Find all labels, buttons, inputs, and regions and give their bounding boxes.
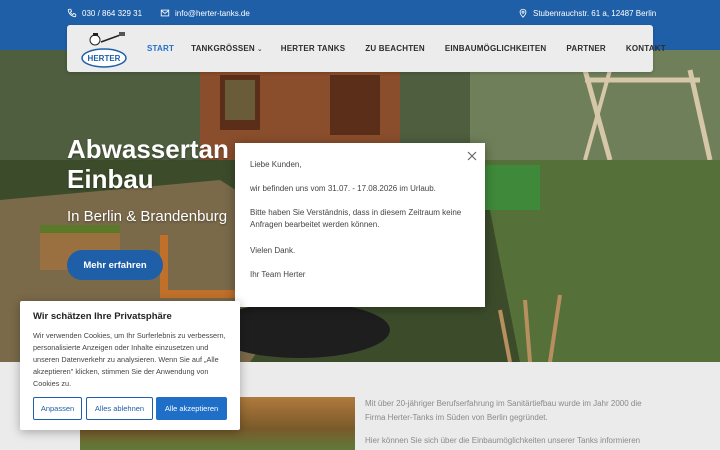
more-info-button[interactable]: Mehr erfahren xyxy=(67,250,163,280)
nav-item-tankgroessen[interactable]: TANKGRÖSSEN xyxy=(191,44,255,53)
modal-greeting: Liebe Kunden, xyxy=(250,160,302,169)
hero-subtitle: In Berlin & Brandenburg xyxy=(67,208,228,225)
phone-icon xyxy=(67,8,77,18)
logo-text: HERTER xyxy=(88,54,121,63)
modal-thanks: Vielen Dank. xyxy=(250,246,296,255)
cookie-title: Wir schätzen Ihre Privatsphäre xyxy=(33,311,172,322)
modal-signature: Ihr Team Herter xyxy=(250,270,306,279)
chevron-down-icon[interactable]: ⌄ xyxy=(257,45,263,53)
vacation-notice-modal: Liebe Kunden, wir befinden uns vom 31.07… xyxy=(235,143,485,307)
nav-item-herter-tanks[interactable]: HERTER TANKS xyxy=(281,44,345,53)
email-address: info@herter-tanks.de xyxy=(175,8,250,18)
cookie-consent-banner: Wir schätzen Ihre Privatsphäre Wir verwe… xyxy=(20,301,240,430)
nav-menu: START TANKGRÖSSEN ⌄ HERTER TANKS ZU BEAC… xyxy=(147,25,666,72)
phone-contact[interactable]: 030 / 864 329 31 xyxy=(67,8,142,18)
hero-title-line2: Einbau xyxy=(67,164,154,194)
address-text: Stubenrauchstr. 61 a, 12487 Berlin xyxy=(533,8,657,18)
nav-item-einbaumoeglichkeiten[interactable]: EINBAUMÖGLICHKEITEN xyxy=(445,44,547,53)
intro-paragraph-1: Mit über 20-jähriger Berufserfahrung im … xyxy=(365,399,642,422)
cookie-accept-button[interactable]: Alle akzeptieren xyxy=(156,397,227,420)
modal-notice: Bitte haben Sie Verständnis, dass in die… xyxy=(250,208,462,229)
address-contact[interactable]: Stubenrauchstr. 61 a, 12487 Berlin xyxy=(518,8,656,18)
hero-title: Abwassertan Einbau xyxy=(67,134,229,194)
email-contact[interactable]: info@herter-tanks.de xyxy=(160,8,250,18)
mail-icon xyxy=(160,9,170,17)
cookie-body-text: Wir verwenden Cookies, um Ihr Surferlebn… xyxy=(33,331,226,388)
hero-title-line1: Abwassertan xyxy=(67,134,229,164)
intro-paragraph-2: Hier können Sie sich über die Einbaumögl… xyxy=(365,436,641,445)
nav-item-zu-beachten[interactable]: ZU BEACHTEN xyxy=(365,44,425,53)
cookie-customize-button[interactable]: Anpassen xyxy=(33,397,82,420)
nav-item-start[interactable]: START xyxy=(147,44,174,53)
nav-item-partner[interactable]: PARTNER xyxy=(566,44,605,53)
nav-item-kontakt[interactable]: KONTAKT xyxy=(626,44,666,53)
main-navigation: HERTER START TANKGRÖSSEN ⌄ HERTER TANKS … xyxy=(67,25,666,72)
herter-logo[interactable]: HERTER xyxy=(79,28,131,70)
phone-number: 030 / 864 329 31 xyxy=(82,8,143,18)
modal-vacation-dates: wir befinden uns vom 31.07. - 17.08.2026… xyxy=(250,184,436,193)
cookie-reject-button[interactable]: Alles ablehnen xyxy=(86,397,153,420)
location-pin-icon xyxy=(519,8,527,18)
